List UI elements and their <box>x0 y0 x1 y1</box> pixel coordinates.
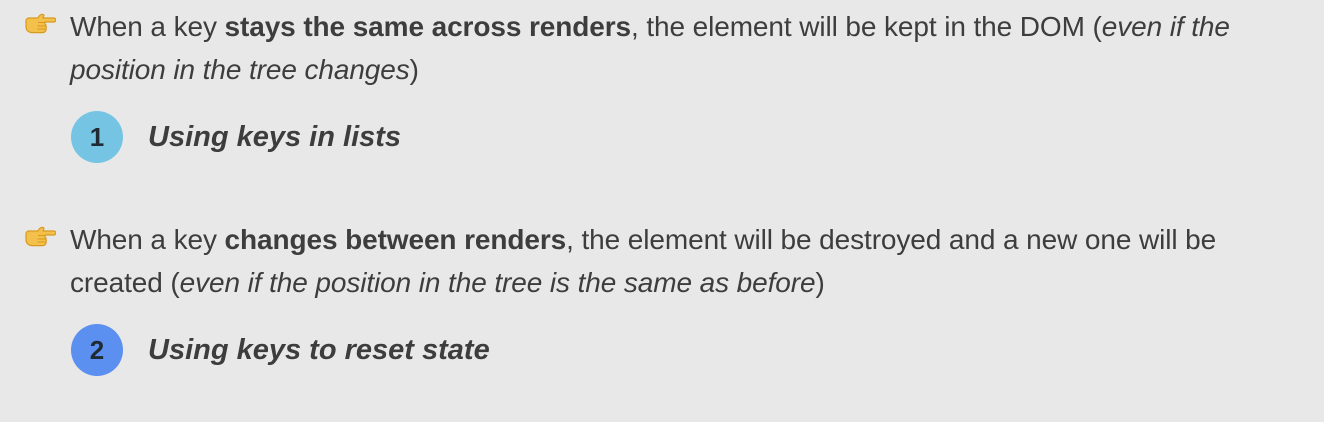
text-plain: When a key <box>70 224 225 255</box>
bullet-line: When a key changes between renders, the … <box>24 218 1300 304</box>
pointing-hand-icon <box>25 13 56 34</box>
link-using-keys-in-lists[interactable]: 1 Using keys in lists <box>71 111 1300 163</box>
link-label[interactable]: Using keys to reset state <box>148 334 490 367</box>
bullet-text: When a key stays the same across renders… <box>70 5 1300 91</box>
text-bold: stays the same across renders <box>224 11 632 42</box>
link-using-keys-to-reset-state[interactable]: 2 Using keys to reset state <box>71 324 1300 376</box>
number-badge: 1 <box>71 111 123 163</box>
bullet-line: When a key stays the same across renders… <box>24 5 1300 91</box>
badge-number: 2 <box>89 334 105 365</box>
text-plain: ) <box>409 54 419 85</box>
text-bold: changes between renders <box>224 224 567 255</box>
number-badge: 2 <box>71 324 123 376</box>
text-plain: , the element will be kept in the DOM ( <box>630 11 1102 42</box>
bullet-point-1: When a key stays the same across renders… <box>24 5 1300 163</box>
text-italic: even if the position in the tree is the … <box>179 267 816 298</box>
bullet-text: When a key changes between renders, the … <box>70 218 1300 304</box>
link-label[interactable]: Using keys in lists <box>148 121 401 154</box>
text-plain: When a key <box>70 11 225 42</box>
pointing-hand-icon <box>25 226 56 247</box>
bullet-point-2: When a key changes between renders, the … <box>24 218 1300 376</box>
text-plain: ) <box>815 267 825 298</box>
badge-number: 1 <box>89 121 105 152</box>
